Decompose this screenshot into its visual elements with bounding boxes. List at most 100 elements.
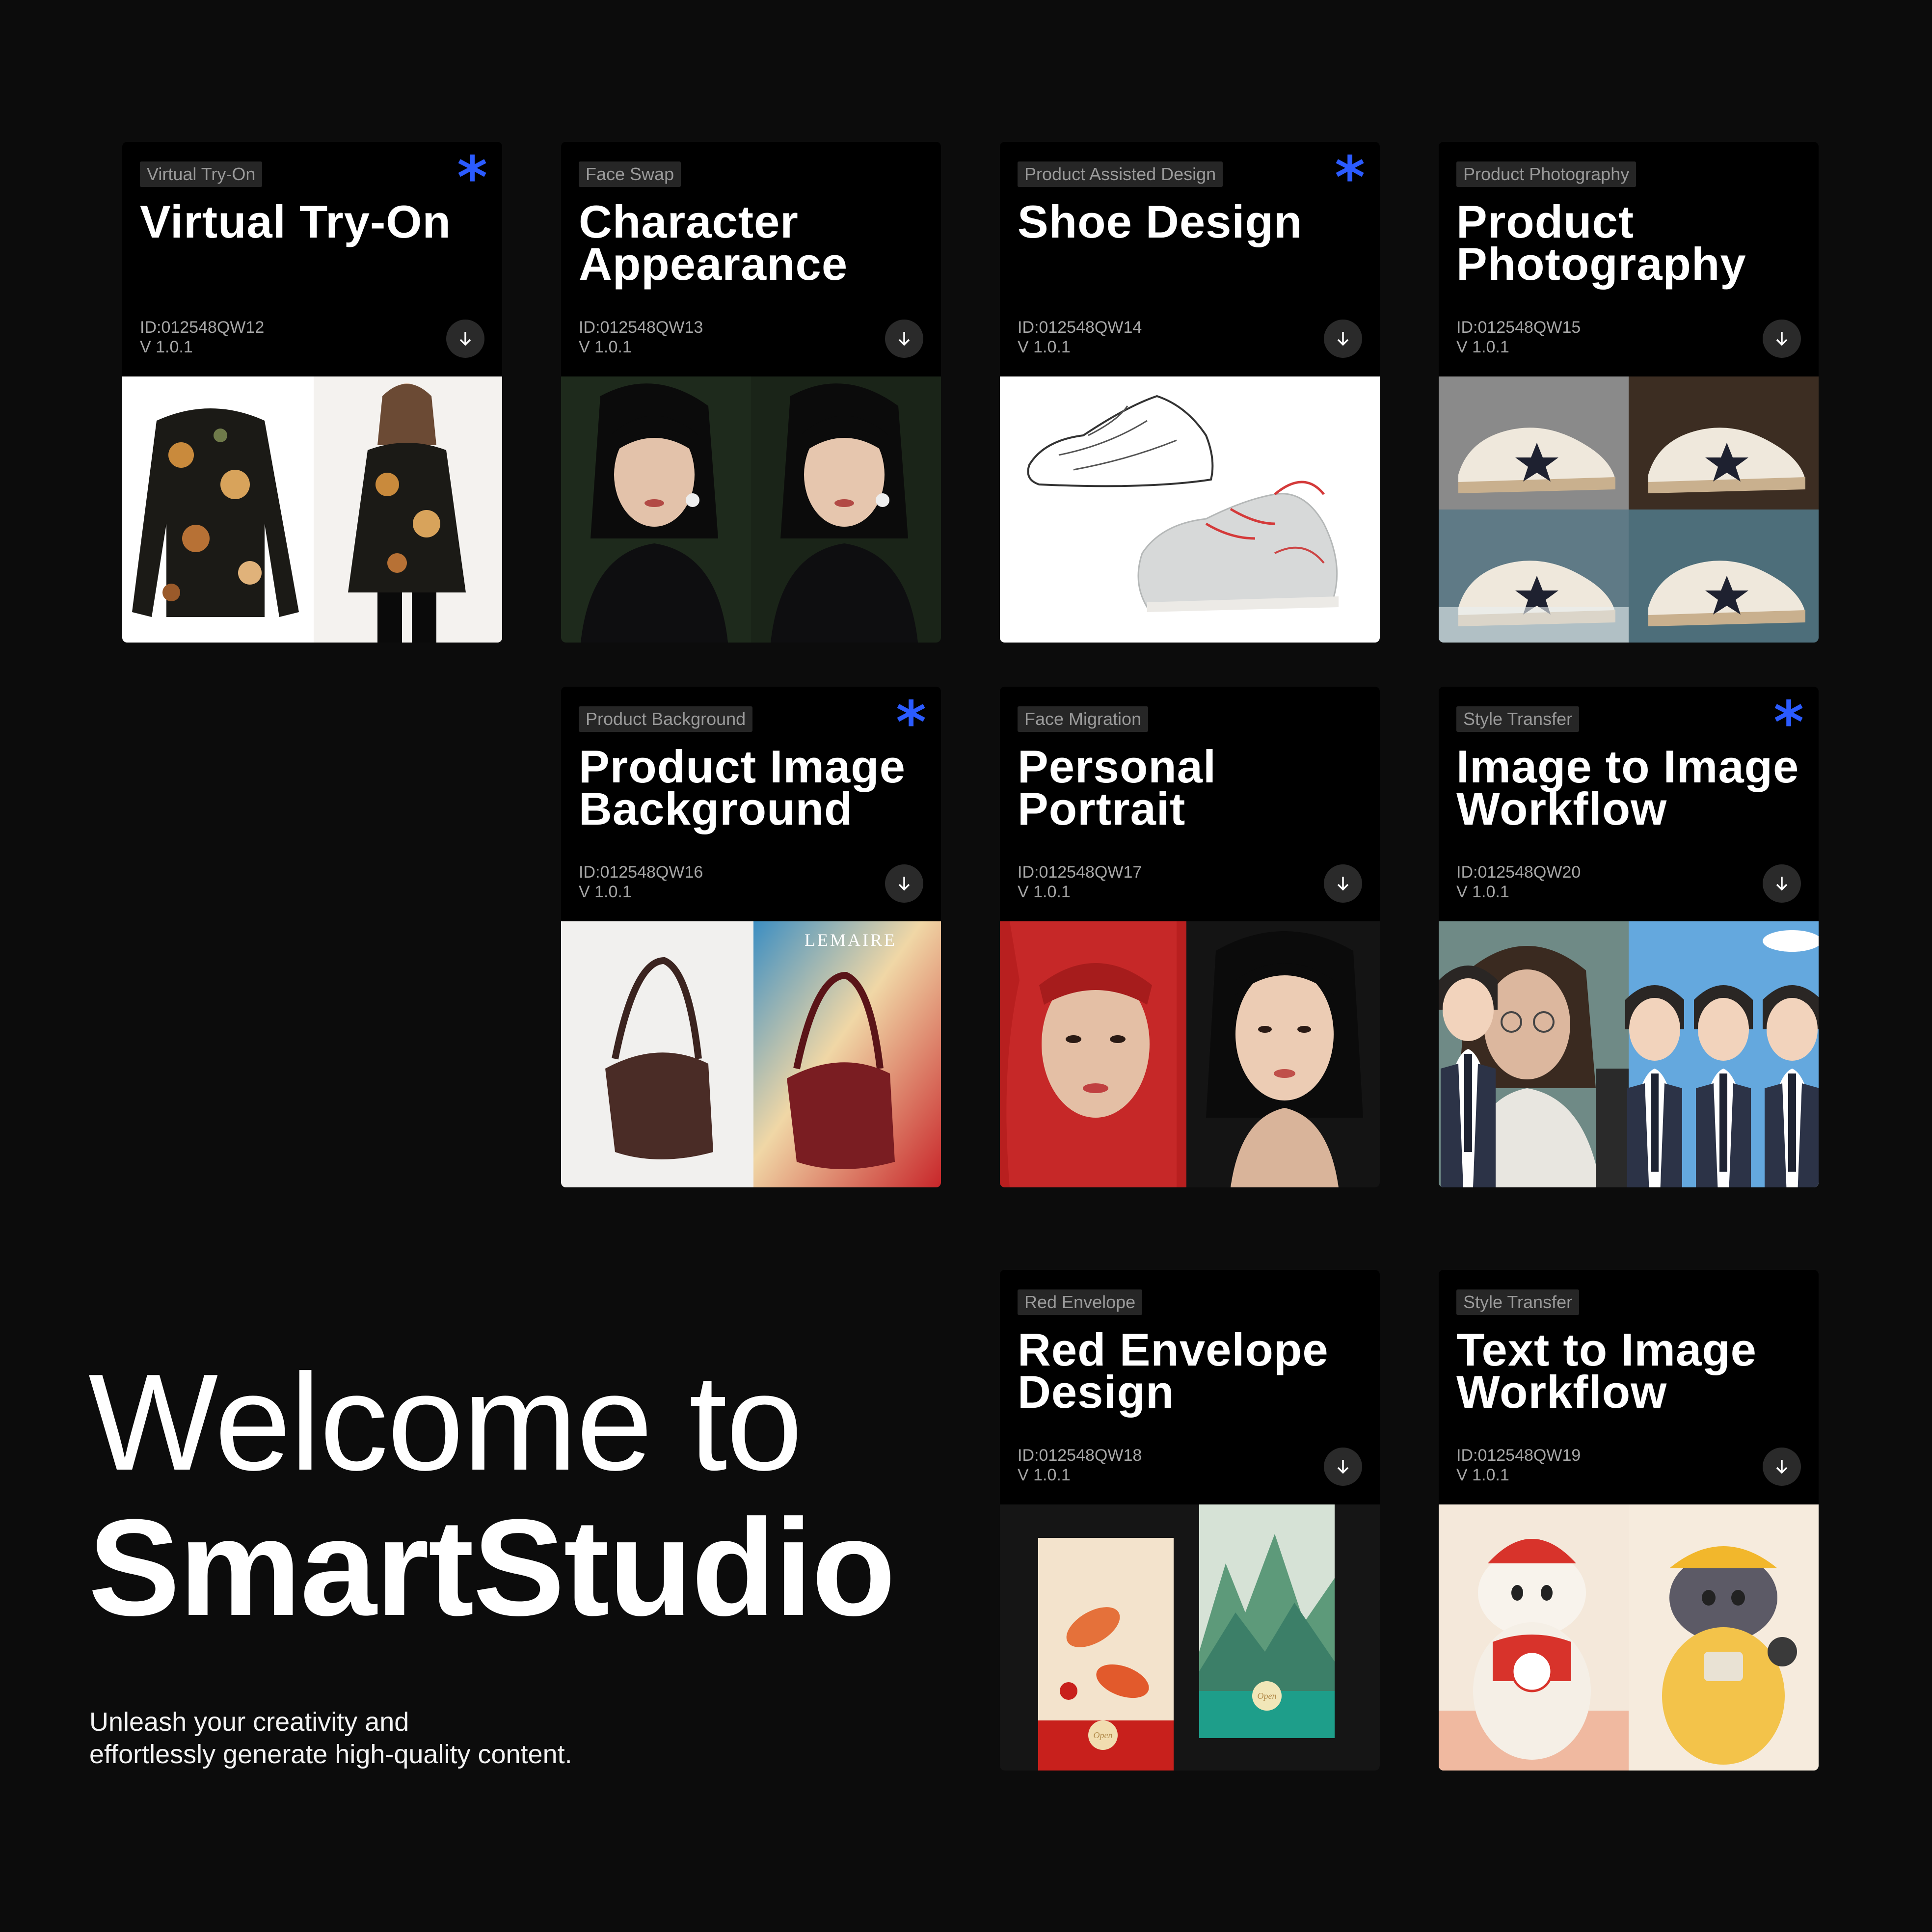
download-arrow-icon — [898, 877, 910, 891]
download-button[interactable] — [1324, 864, 1362, 903]
category-tag: Product Photography — [1456, 161, 1637, 187]
hero-line-1: Welcome to — [88, 1346, 803, 1499]
card-version: V 1.0.1 — [1018, 338, 1071, 356]
download-arrow-icon — [1776, 877, 1788, 891]
card-title: Shoe Design — [1018, 196, 1303, 247]
card-id: ID:012548QW19 — [1456, 1446, 1581, 1465]
card-header: Style Transfer Text to Image Workflow ID:… — [1439, 1270, 1819, 1504]
download-button[interactable] — [1763, 1448, 1801, 1486]
card-version: V 1.0.1 — [1018, 883, 1071, 901]
download-button[interactable] — [1324, 320, 1362, 358]
card-preview-image — [122, 376, 502, 643]
card-id: ID:012548QW17 — [1018, 863, 1142, 882]
category-tag: Red Envelope — [1018, 1289, 1143, 1315]
download-button[interactable] — [446, 320, 484, 358]
workflow-card-image-to-image[interactable]: Style Transfer * Image to Image Workflow … — [1439, 687, 1819, 1187]
card-title: Personal Portrait — [1018, 741, 1217, 834]
card-header: Face Swap Character Appearance ID:012548Q… — [561, 142, 941, 376]
workflow-card-product-image-background[interactable]: Product Background * Product Image Backgr… — [561, 687, 941, 1187]
download-button[interactable] — [1324, 1448, 1362, 1486]
card-title: Character Appearance — [579, 196, 848, 290]
card-id: ID:012548QW14 — [1018, 318, 1142, 337]
card-version: V 1.0.1 — [1018, 1466, 1071, 1484]
card-version: V 1.0.1 — [140, 338, 193, 356]
download-arrow-icon — [1337, 877, 1349, 891]
card-meta: ID:012548QW14 V 1.0.1 — [1018, 318, 1142, 357]
workflow-card-shoe-design[interactable]: Product Assisted Design * Shoe Design ID… — [1000, 142, 1380, 643]
card-header: Product Photography Product Photography I… — [1439, 142, 1819, 376]
card-id: ID:012548QW12 — [140, 318, 265, 337]
category-tag: Product Assisted Design — [1018, 161, 1223, 187]
card-header: Virtual Try-On * Virtual Try-On ID:01254… — [122, 142, 502, 376]
card-header: Product Assisted Design * Shoe Design ID… — [1000, 142, 1380, 376]
card-title: Virtual Try-On — [140, 196, 451, 247]
card-meta: ID:012548QW16 V 1.0.1 — [579, 862, 703, 902]
card-header: Face Migration Personal Portrait ID:01254… — [1000, 687, 1380, 921]
hero-subtitle: Unleash your creativity and effortlessly… — [89, 1706, 727, 1771]
card-meta: ID:012548QW17 V 1.0.1 — [1018, 862, 1142, 902]
card-title: Product Image Background — [579, 741, 906, 834]
download-arrow-icon — [1776, 1460, 1788, 1474]
envelope-open-text: Open — [1094, 1730, 1113, 1740]
card-id: ID:012548QW15 — [1456, 318, 1581, 337]
workflow-card-personal-portrait[interactable]: Face Migration Personal Portrait ID:01254… — [1000, 687, 1380, 1187]
card-title: Text to Image Workflow — [1456, 1324, 1757, 1418]
card-preview-image: Open Open — [1000, 1504, 1380, 1771]
workflow-card-text-to-image[interactable]: Style Transfer Text to Image Workflow ID:… — [1439, 1270, 1819, 1771]
card-preview-image — [1439, 376, 1819, 643]
card-meta: ID:012548QW19 V 1.0.1 — [1456, 1446, 1581, 1485]
card-title: Product Photography — [1456, 196, 1746, 290]
card-version: V 1.0.1 — [1456, 883, 1509, 901]
card-version: V 1.0.1 — [1456, 1466, 1509, 1484]
featured-asterisk-icon: * — [1335, 143, 1365, 211]
card-id: ID:012548QW20 — [1456, 863, 1581, 882]
featured-asterisk-icon: * — [1773, 688, 1804, 756]
card-meta: ID:012548QW15 V 1.0.1 — [1456, 318, 1581, 357]
hero-heading: Welcome to SmartStudio — [88, 1346, 896, 1640]
category-tag: Virtual Try-On — [140, 161, 263, 187]
download-arrow-icon — [1337, 1460, 1349, 1474]
workflow-card-virtual-try-on[interactable]: Virtual Try-On * Virtual Try-On ID:01254… — [122, 142, 502, 643]
card-header: Style Transfer * Image to Image Workflow … — [1439, 687, 1819, 921]
category-tag: Style Transfer — [1456, 706, 1580, 732]
download-button[interactable] — [1763, 864, 1801, 903]
category-tag: Product Background — [579, 706, 753, 732]
card-id: ID:012548QW16 — [579, 863, 703, 882]
envelope-open-text: Open — [1258, 1691, 1277, 1701]
hero-subtitle-line-1: Unleash your creativity and — [89, 1707, 409, 1737]
download-arrow-icon — [459, 332, 471, 346]
category-tag: Face Migration — [1018, 706, 1149, 732]
card-meta: ID:012548QW20 V 1.0.1 — [1456, 862, 1581, 902]
workflow-card-red-envelope[interactable]: Red Envelope Red Envelope Design ID:01254… — [1000, 1270, 1380, 1771]
card-meta: ID:012548QW18 V 1.0.1 — [1018, 1446, 1142, 1485]
card-version: V 1.0.1 — [1456, 338, 1509, 356]
card-preview-image — [1439, 921, 1819, 1187]
download-arrow-icon — [898, 332, 910, 346]
card-meta: ID:012548QW12 V 1.0.1 — [140, 318, 264, 357]
featured-asterisk-icon: * — [896, 688, 926, 756]
card-preview-image — [1000, 376, 1380, 643]
card-id: ID:012548QW18 — [1018, 1446, 1142, 1465]
download-arrow-icon — [1337, 332, 1349, 346]
download-button[interactable] — [1763, 320, 1801, 358]
card-title: Image to Image Workflow — [1456, 741, 1799, 834]
card-header: Red Envelope Red Envelope Design ID:01254… — [1000, 1270, 1380, 1504]
card-version: V 1.0.1 — [579, 338, 632, 356]
card-id: ID:012548QW13 — [579, 318, 703, 337]
card-meta: ID:012548QW13 V 1.0.1 — [579, 318, 703, 357]
featured-asterisk-icon: * — [457, 143, 487, 211]
card-preview-image — [561, 376, 941, 643]
brand-text: LEMAIRE — [805, 930, 897, 950]
workflow-card-product-photography[interactable]: Product Photography Product Photography I… — [1439, 142, 1819, 643]
category-tag: Style Transfer — [1456, 1289, 1580, 1315]
download-button[interactable] — [885, 320, 923, 358]
card-preview-image — [1000, 921, 1380, 1187]
download-button[interactable] — [885, 864, 923, 903]
hero-subtitle-line-2: effortlessly generate high-quality conte… — [89, 1740, 572, 1769]
workflow-card-character-appearance[interactable]: Face Swap Character Appearance ID:012548Q… — [561, 142, 941, 643]
card-preview-image: LEMAIRE — [561, 921, 941, 1187]
download-arrow-icon — [1776, 332, 1788, 346]
card-version: V 1.0.1 — [579, 883, 632, 901]
card-preview-image — [1439, 1504, 1819, 1771]
card-header: Product Background * Product Image Backgr… — [561, 687, 941, 921]
